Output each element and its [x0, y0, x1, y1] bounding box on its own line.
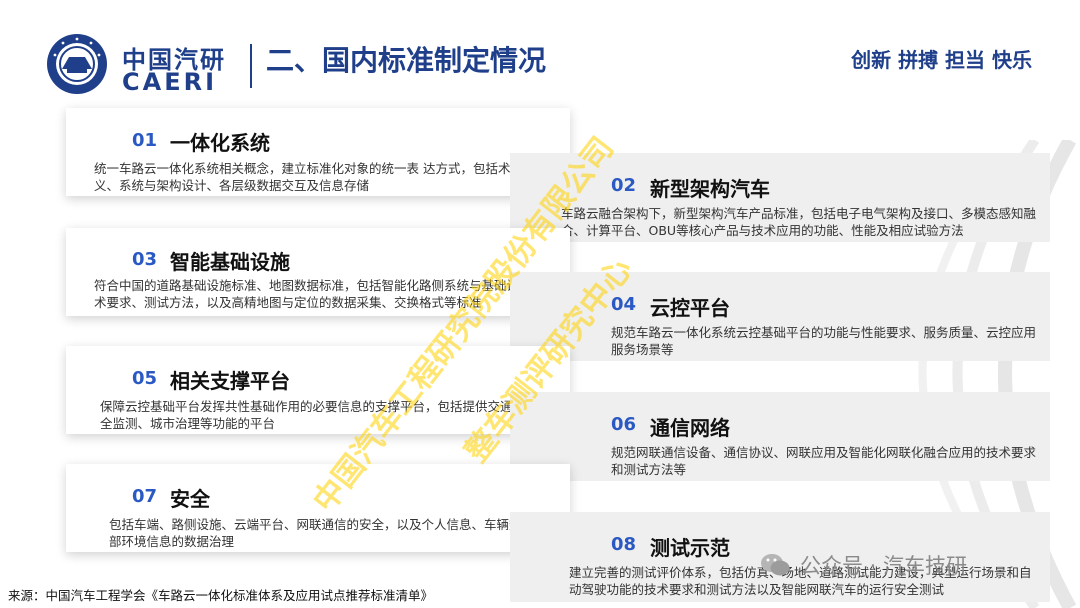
card-number: 01 — [132, 130, 158, 151]
card-number: 03 — [132, 249, 158, 270]
card-description: 车路云融合架构下，新型架构汽车产品标准，包括电子电气架构及接口、多模态感知融合、… — [561, 206, 1037, 238]
card-number: 07 — [132, 486, 158, 507]
wechat-account-tag: 公众号 · 汽车技研 — [758, 548, 967, 582]
card-title: 通信网络 — [650, 416, 730, 440]
card-number: 05 — [132, 368, 158, 389]
card-description: 包括车端、路侧设施、云端平台、网联通信的安全，以及个人信息、车辆数据、外部环境信… — [109, 517, 560, 549]
card-description: 规范网联通信设备、通信协议、网联应用及智能化网联化融合应用的技术要求和测试方法等 — [611, 445, 1037, 477]
standard-card-04: 04 云控平台 规范车路云一体化系统云控基础平台的功能与性能要求、服务质量、云控… — [510, 272, 1050, 361]
slogan: 创新 拼搏 担当 快乐 — [851, 48, 1032, 72]
standard-card-07: 07 安全 包括车端、路侧设施、云端平台、网联通信的安全，以及个人信息、车辆数据… — [66, 464, 570, 552]
card-description: 保障云控基础平台发挥共性基础作用的必要信息的支撑平台，包括提供交通管理、安全监测… — [100, 399, 563, 431]
card-description: 统一车路云一体化系统相关概念，建立标准化对象的统一表 达方式，包括术语和定义、系… — [94, 161, 548, 193]
wechat-icon — [761, 554, 790, 576]
card-number: 02 — [611, 175, 637, 196]
card-title: 云控平台 — [650, 296, 730, 320]
standard-card-02: 02 新型架构汽车 车路云融合架构下，新型架构汽车产品标准，包括电子电气架构及接… — [510, 153, 1050, 242]
card-number: 08 — [611, 534, 637, 555]
card-title: 新型架构汽车 — [650, 177, 770, 201]
standard-card-01: 01 一体化系统 统一车路云一体化系统相关概念，建立标准化对象的统一表 达方式，… — [66, 108, 570, 196]
card-number: 06 — [611, 414, 637, 435]
card-title: 一体化系统 — [170, 131, 270, 155]
source-citation: 来源：中国汽车工程学会《车路云一体化标准体系及应用试点推荐标准清单》 — [8, 588, 434, 603]
card-title: 测试示范 — [650, 536, 730, 560]
card-description: 符合中国的道路基础设施标准、地图数据标准，包括智能化路侧系统与基础设施的技术要求… — [94, 278, 557, 310]
card-title: 相关支撑平台 — [170, 369, 290, 393]
card-title: 智能基础设施 — [170, 250, 290, 274]
caeri-emblem-icon — [47, 34, 107, 94]
standard-card-03: 03 智能基础设施 符合中国的道路基础设施标准、地图数据标准，包括智能化路侧系统… — [66, 228, 570, 316]
header: 中国汽研 CAERI 二、国内标准制定情况 创新 拼搏 担当 快乐 — [0, 0, 1080, 100]
standard-card-05: 05 相关支撑平台 保障云控基础平台发挥共性基础作用的必要信息的支撑平台，包括提… — [66, 346, 570, 434]
card-number: 04 — [611, 294, 637, 315]
logo-divider — [250, 44, 252, 88]
logo-english-text: CAERI — [122, 68, 217, 96]
wechat-account-label: 公众号 · 汽车技研 — [800, 554, 968, 578]
card-description: 规范车路云一体化系统云控基础平台的功能与性能要求、服务质量、云控应用服务场景等 — [611, 325, 1037, 357]
card-title: 安全 — [170, 487, 210, 511]
page-title: 二、国内标准制定情况 — [266, 44, 547, 77]
standard-card-06: 06 通信网络 规范网联通信设备、通信协议、网联应用及智能化网联化融合应用的技术… — [510, 392, 1050, 481]
